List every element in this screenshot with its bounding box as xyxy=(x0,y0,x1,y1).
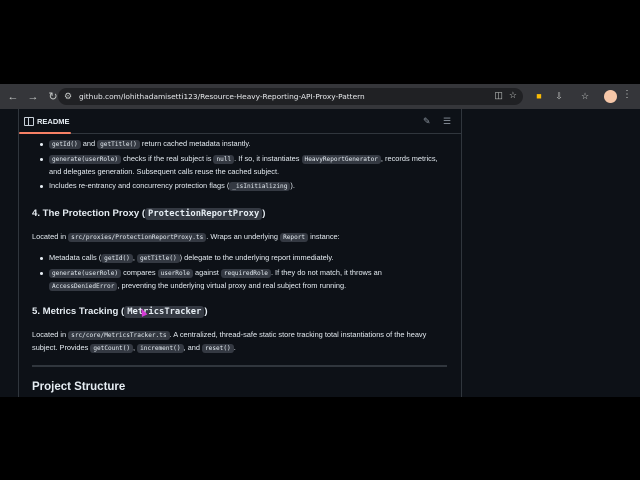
cast-icon[interactable]: ◫ xyxy=(494,90,503,101)
inline-code: generate(userRole) xyxy=(49,269,122,278)
inline-code: src/core/MetricsTracker.ts xyxy=(68,331,170,340)
outline-list-icon[interactable]: ☰ xyxy=(443,116,451,127)
url-text[interactable]: github.com/lohithadamisetti123/Resource-… xyxy=(79,92,365,101)
inline-code: src/proxies/ProtectionReportProxy.ts xyxy=(68,233,207,242)
readme-header: README ✎ ☰ xyxy=(19,109,461,134)
inline-code: getId() xyxy=(101,254,133,263)
readme-content: getId() and getTitle() return cached met… xyxy=(32,134,447,395)
inline-code: requiredRole xyxy=(220,269,271,278)
project-structure-heading: Project Structure xyxy=(32,381,126,393)
text: Located in xyxy=(32,232,69,241)
list-item: Metadata calls (getId(), getTitle()) del… xyxy=(32,252,447,265)
book-icon xyxy=(24,117,34,126)
text: , preventing the underlying virtual prox… xyxy=(117,281,347,290)
panel-border-left xyxy=(18,109,19,397)
list-item: Includes re-entrancy and concurrency pro… xyxy=(32,180,447,193)
heading-code: MetricsTracker xyxy=(124,306,205,318)
extension-yellow-icon[interactable]: ■ xyxy=(532,89,546,103)
video-letterbox-top xyxy=(0,0,640,84)
heading-code: ProtectionReportProxy xyxy=(145,208,263,220)
address-bar[interactable]: ⚙ github.com/lohithadamisetti123/Resourc… xyxy=(58,88,523,105)
readme-tab[interactable]: README xyxy=(37,117,70,126)
bookmark-star-icon[interactable]: ☆ xyxy=(509,90,517,101)
section3-list: getId() and getTitle() return cached met… xyxy=(32,138,447,193)
list-item: getId() and getTitle() return cached met… xyxy=(32,138,447,151)
text: , and xyxy=(183,343,202,352)
heading-text: ) xyxy=(262,208,266,219)
text: instance: xyxy=(308,232,340,241)
text: . If so, it instantiates xyxy=(234,154,302,163)
video-letterbox-bottom xyxy=(0,397,640,480)
inline-code: generate(userRole) xyxy=(49,155,122,164)
section5-heading: 5. Metrics Tracking (MetricsTracker) xyxy=(32,305,447,319)
text: . xyxy=(233,343,236,352)
pencil-icon[interactable]: ✎ xyxy=(423,116,431,127)
text: . Wraps an underlying xyxy=(206,232,281,241)
text: Located in xyxy=(32,330,69,339)
section4-heading: 4. The Protection Proxy (ProtectionRepor… xyxy=(32,207,447,221)
section4-list: Metadata calls (getId(), getTitle()) del… xyxy=(32,252,447,293)
text: ) delegate to the underlying report imme… xyxy=(179,253,334,262)
text: Includes re-entrancy and concurrency pro… xyxy=(49,181,230,190)
text: checks if the real subject is xyxy=(121,154,214,163)
panel-border-right xyxy=(461,109,462,397)
text: compares xyxy=(121,268,158,277)
inline-code: getId() xyxy=(49,140,81,149)
heading-text: 5. Metrics Tracking ( xyxy=(32,306,125,317)
inline-code: _isInitializing xyxy=(229,182,291,191)
list-item: generate(userRole) compares userRole aga… xyxy=(32,267,447,293)
inline-code: HeavyReportGenerator xyxy=(301,155,381,164)
extension-download-icon[interactable]: ⇩ xyxy=(552,89,566,103)
heading-text: 4. The Protection Proxy ( xyxy=(32,208,146,219)
section5-paragraph: Located in src/core/MetricsTracker.ts. A… xyxy=(32,329,447,355)
inline-code: increment() xyxy=(137,344,184,353)
list-item: generate(userRole) checks if the real su… xyxy=(32,153,447,178)
profile-avatar[interactable] xyxy=(604,90,617,103)
inline-code: AccessDeniedError xyxy=(49,282,118,291)
back-icon[interactable]: ← xyxy=(4,88,22,106)
section4-intro: Located in src/proxies/ProtectionReportP… xyxy=(32,231,447,244)
bookmarks-icon[interactable]: ☆ xyxy=(578,89,592,103)
forward-icon[interactable]: → xyxy=(24,88,42,106)
inline-code: getTitle() xyxy=(136,254,180,263)
browser-toolbar: ← → ↻ ⚙ github.com/lohithadamisetti123/R… xyxy=(0,84,640,109)
inline-code: reset() xyxy=(202,344,234,353)
inline-code: null xyxy=(213,155,235,164)
text: return cached metadata instantly. xyxy=(139,139,251,148)
inline-code: userRole xyxy=(157,269,193,278)
text: . If they do not match, it throws an xyxy=(270,268,382,277)
text: Metadata calls ( xyxy=(49,253,102,262)
text: and xyxy=(80,139,98,148)
inline-code: getTitle() xyxy=(97,140,140,149)
inline-code: getCount() xyxy=(90,344,134,353)
inline-code: Report xyxy=(280,233,309,242)
divider xyxy=(32,365,447,367)
menu-icon[interactable]: ⋮ xyxy=(622,89,632,100)
text: ). xyxy=(290,181,295,190)
browser-window: ← → ↻ ⚙ github.com/lohithadamisetti123/R… xyxy=(0,84,640,397)
text: against xyxy=(192,268,221,277)
site-info-icon[interactable]: ⚙ xyxy=(64,91,76,102)
heading-text: ) xyxy=(204,306,208,317)
